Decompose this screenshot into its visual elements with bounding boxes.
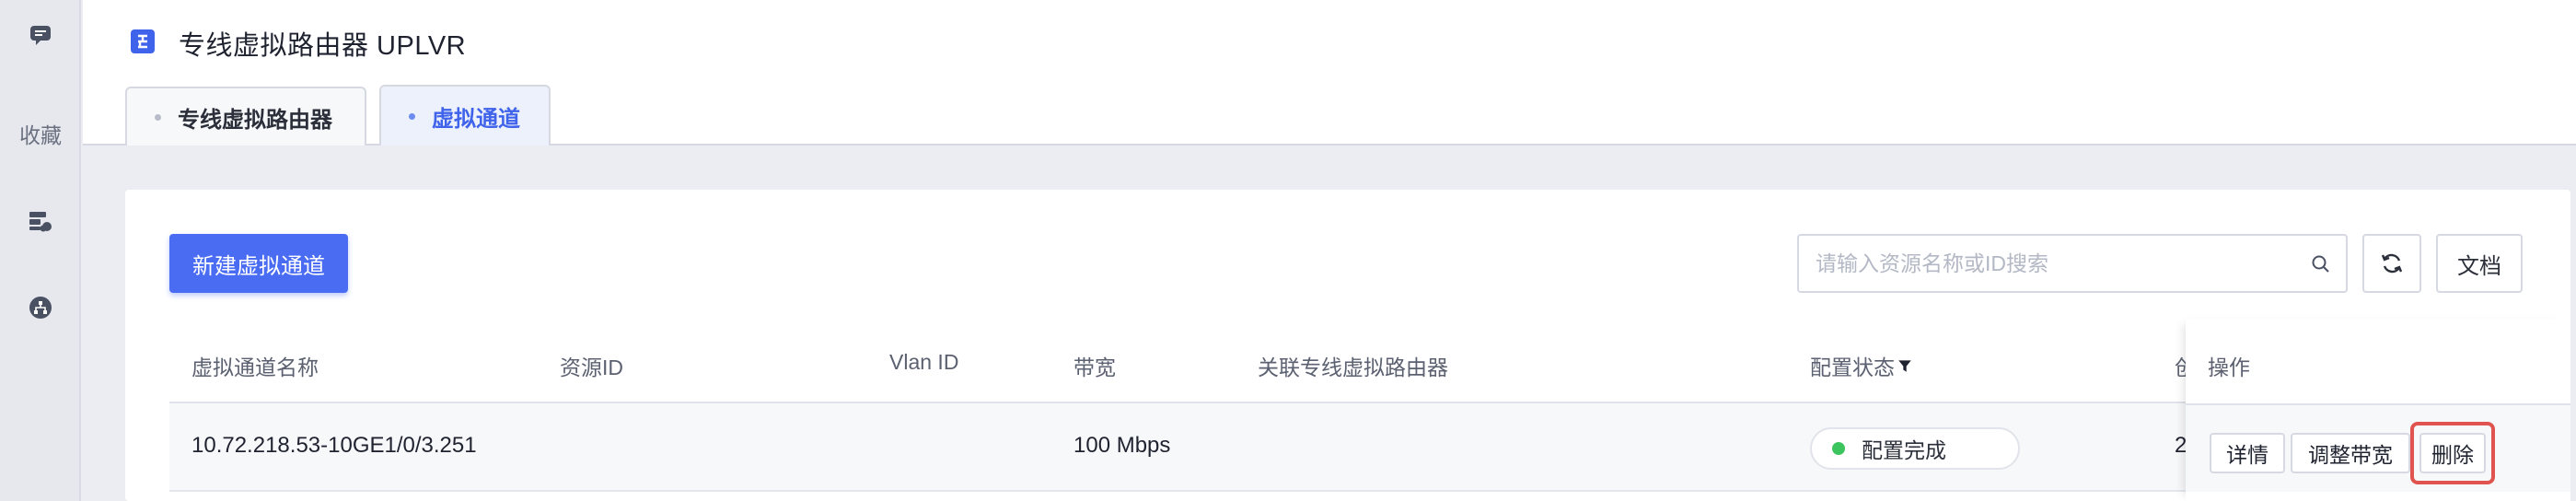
message-icon[interactable] [0,7,81,63]
column-header-resource-id: 资源ID [560,355,623,379]
new-virtual-channel-button[interactable]: 新建虚拟通道 [169,234,348,293]
search-input[interactable] [1816,236,2294,291]
refresh-button[interactable] [2362,234,2421,293]
refresh-icon [2381,253,2403,274]
cell-channel-name: 10.72.218.53-10GE1/0/3.251 [191,433,477,458]
column-header-vlan-id: Vlan ID [889,350,959,374]
column-header-bandwidth: 带宽 [1073,355,1116,379]
tab-virtual-channel[interactable]: 虚拟通道 [379,85,551,146]
status-text: 配置完成 [1862,438,1946,462]
column-header-status[interactable]: 配置状态 [1810,350,1913,381]
favorites-label[interactable]: 收藏 [0,118,81,149]
status-badge: 配置完成 [1810,427,2020,470]
tab-dot-icon [155,113,161,121]
main-card: 新建虚拟通道 文档 虚拟通道名称 资源ID Vlan ID 带宽 关联专线虚拟路… [125,190,2570,501]
search-icon[interactable] [2311,254,2331,274]
column-header-router: 关联专线虚拟路由器 [1258,355,1448,379]
status-header-label: 配置状态 [1810,355,1895,379]
details-button[interactable]: 详情 [2210,433,2285,473]
server-cloud-icon[interactable] [0,193,81,249]
tab-label: 专线虚拟路由器 [178,107,332,133]
product-logo-icon [131,29,155,53]
column-header-actions: 操作 [2208,355,2250,379]
tab-dot-icon [409,112,415,120]
docs-button[interactable]: 文档 [2436,234,2523,293]
tab-uplvr[interactable]: 专线虚拟路由器 [125,87,366,146]
left-sidebar: 收藏 [0,0,81,501]
network-icon[interactable] [0,280,81,335]
search-box[interactable] [1797,234,2348,293]
adjust-bandwidth-button[interactable]: 调整带宽 [2291,433,2410,473]
page-title: 专线虚拟路由器 UPLVR [179,31,467,61]
tab-label: 虚拟通道 [432,106,520,132]
status-dot-icon [1832,442,1845,455]
delete-button[interactable]: 删除 [2419,433,2486,473]
cell-bandwidth: 100 Mbps [1073,433,1171,458]
operations-column: 操作 详情 调整带宽 删除 [2186,319,2570,501]
column-header-name: 虚拟通道名称 [191,355,319,379]
filter-icon[interactable] [1897,357,1913,374]
page-header: 专线虚拟路由器 UPLVR 专线虚拟路由器 虚拟通道 [83,0,2576,146]
